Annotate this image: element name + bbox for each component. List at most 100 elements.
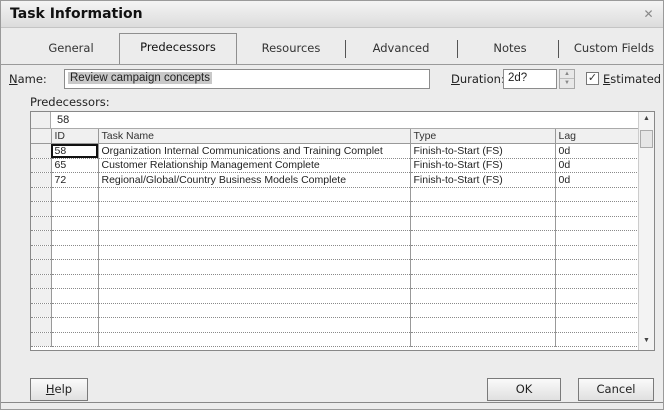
cell-type[interactable]: Finish-to-Start (FS) <box>410 143 556 159</box>
cell-id[interactable]: 58 <box>51 143 99 159</box>
cell-type[interactable] <box>410 317 556 333</box>
close-icon[interactable]: ✕ <box>640 7 657 22</box>
cell-task-name[interactable] <box>98 288 411 304</box>
cell-lag[interactable] <box>555 317 640 333</box>
cell-type[interactable]: Finish-to-Start (FS) <box>410 172 556 188</box>
cell-id[interactable] <box>51 332 99 347</box>
cell-lag[interactable]: 0d <box>555 158 640 173</box>
scroll-up-icon[interactable]: ▲ <box>639 112 654 126</box>
column-header-id[interactable]: ID <box>51 129 99 144</box>
row-header[interactable] <box>31 303 52 318</box>
cell-type[interactable]: Finish-to-Start (FS) <box>410 158 556 173</box>
cell-lag[interactable] <box>555 187 640 202</box>
table-row[interactable]: 72 Regional/Global/Country Business Model… <box>31 172 640 188</box>
row-header[interactable] <box>31 259 52 275</box>
cell-task-name[interactable]: Customer Relationship Management Complet… <box>98 158 411 173</box>
row-header[interactable] <box>31 216 52 231</box>
table-row[interactable] <box>31 216 640 231</box>
cell-lag[interactable] <box>555 259 640 275</box>
cell-id[interactable] <box>51 303 99 318</box>
row-header[interactable] <box>31 201 52 217</box>
row-header[interactable] <box>31 288 52 304</box>
cell-lag[interactable] <box>555 216 640 231</box>
row-header[interactable] <box>31 143 52 159</box>
table-row[interactable] <box>31 201 640 217</box>
cell-lag[interactable]: 0d <box>555 172 640 188</box>
spinner-down-icon[interactable]: ▼ <box>560 79 574 88</box>
row-header[interactable] <box>31 187 52 202</box>
cell-lag[interactable] <box>555 201 640 217</box>
cell-type[interactable] <box>410 332 556 347</box>
cell-type[interactable] <box>410 201 556 217</box>
cell-type[interactable] <box>410 187 556 202</box>
cell-id[interactable]: 72 <box>51 172 99 188</box>
help-button[interactable]: Help <box>30 378 88 401</box>
cell-task-name[interactable] <box>98 216 411 231</box>
cell-id[interactable] <box>51 274 99 289</box>
table-row[interactable] <box>31 274 640 289</box>
cell-lag[interactable] <box>555 332 640 347</box>
duration-input[interactable]: 2d? <box>503 69 557 89</box>
column-header-type[interactable]: Type <box>410 129 556 144</box>
row-header[interactable] <box>31 158 52 173</box>
tab-custom-fields[interactable]: Custom Fields <box>564 35 664 62</box>
cell-type[interactable] <box>410 216 556 231</box>
column-header-lag[interactable]: Lag <box>555 129 640 144</box>
table-row[interactable] <box>31 332 640 347</box>
table-row[interactable] <box>31 303 640 318</box>
cell-task-name[interactable]: Regional/Global/Country Business Models … <box>98 172 411 188</box>
cell-task-name[interactable] <box>98 245 411 260</box>
cell-type[interactable] <box>410 288 556 304</box>
cell-type[interactable] <box>410 230 556 246</box>
cell-lag[interactable] <box>555 245 640 260</box>
tab-resources[interactable]: Resources <box>243 35 339 62</box>
cell-id[interactable] <box>51 245 99 260</box>
cell-task-name[interactable] <box>98 201 411 217</box>
cell-task-name[interactable] <box>98 259 411 275</box>
table-row[interactable] <box>31 288 640 304</box>
table-row[interactable]: 58 Organization Internal Communications a… <box>31 143 640 159</box>
cell-type[interactable] <box>410 274 556 289</box>
cell-task-name[interactable] <box>98 187 411 202</box>
tab-notes[interactable]: Notes <box>463 35 557 62</box>
cancel-button[interactable]: Cancel <box>578 378 654 401</box>
cell-type[interactable] <box>410 245 556 260</box>
cell-task-name[interactable]: Organization Internal Communications and… <box>98 143 411 159</box>
cell-task-name[interactable] <box>98 332 411 347</box>
cell-task-name[interactable] <box>98 303 411 318</box>
tab-general[interactable]: General <box>29 35 113 62</box>
row-header[interactable] <box>31 230 52 246</box>
cell-lag[interactable] <box>555 274 640 289</box>
tab-advanced[interactable]: Advanced <box>351 35 451 62</box>
cell-id[interactable] <box>51 317 99 333</box>
cell-lag[interactable] <box>555 303 640 318</box>
cell-lag[interactable] <box>555 230 640 246</box>
task-name-input[interactable]: Review campaign concepts <box>64 69 430 89</box>
table-row[interactable] <box>31 230 640 246</box>
cell-task-name[interactable] <box>98 317 411 333</box>
spinner-up-icon[interactable]: ▲ <box>560 70 574 79</box>
cell-id[interactable] <box>51 201 99 217</box>
estimated-checkbox[interactable]: ✓ <box>586 72 599 85</box>
scroll-thumb[interactable] <box>640 130 653 148</box>
scroll-down-icon[interactable]: ▼ <box>639 334 654 348</box>
cell-id[interactable] <box>51 230 99 246</box>
tab-predecessors[interactable]: Predecessors <box>119 33 237 64</box>
cell-id[interactable] <box>51 288 99 304</box>
duration-spinner[interactable]: ▲ ▼ <box>559 69 575 89</box>
table-row[interactable] <box>31 245 640 260</box>
cell-lag[interactable] <box>555 288 640 304</box>
column-header-task-name[interactable]: Task Name <box>98 129 411 144</box>
table-row[interactable] <box>31 187 640 202</box>
cell-type[interactable] <box>410 303 556 318</box>
cell-type[interactable] <box>410 259 556 275</box>
table-row[interactable] <box>31 259 640 275</box>
cell-id[interactable] <box>51 187 99 202</box>
cell-id[interactable]: 65 <box>51 158 99 173</box>
row-header[interactable] <box>31 317 52 333</box>
ok-button[interactable]: OK <box>487 378 561 401</box>
cell-id[interactable] <box>51 216 99 231</box>
table-row[interactable] <box>31 317 640 333</box>
row-header[interactable] <box>31 274 52 289</box>
cell-task-name[interactable] <box>98 230 411 246</box>
